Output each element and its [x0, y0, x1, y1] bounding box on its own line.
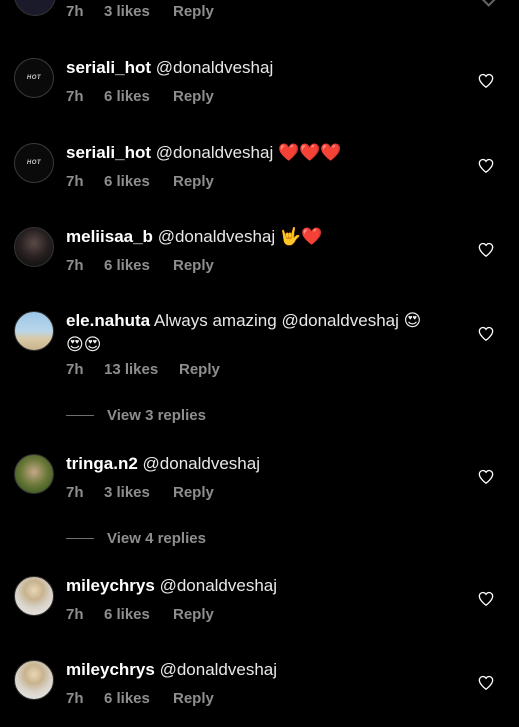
comment-text[interactable]: @donaldveshaj — [158, 227, 275, 246]
comment-body: mileychrys @donaldveshaj — [66, 658, 476, 682]
divider-line — [66, 538, 94, 539]
like-heart-icon[interactable] — [478, 73, 494, 88]
comment-username[interactable]: meliisaa_b — [66, 227, 153, 246]
hot-logo-avatar[interactable]: HOT — [14, 143, 54, 183]
comment-meta: 7h 6 likes Reply — [66, 173, 214, 190]
comment-meta: 7h 13 likes Reply — [66, 361, 220, 378]
comment-meta: 7h 6 likes Reply — [66, 257, 214, 274]
comment-meta: 7h 3 likes Reply — [66, 484, 214, 501]
comment-likes-count[interactable]: 6 likes — [104, 88, 173, 105]
comment-meta: 7h 6 likes Reply — [66, 88, 214, 105]
reply-button[interactable]: Reply — [179, 361, 220, 378]
comment-body: seriali_hot @donaldveshaj ❤️❤️❤️ — [66, 141, 476, 165]
comment-text[interactable]: @donaldveshaj — [160, 576, 277, 595]
comment-likes-count[interactable]: 6 likes — [104, 690, 173, 707]
like-heart-icon[interactable] — [478, 242, 494, 257]
like-heart-icon[interactable] — [478, 326, 494, 341]
profile-photo-avatar[interactable] — [14, 576, 54, 616]
comment-body: meliisaa_b @donaldveshaj 🤟❤️ — [66, 225, 476, 249]
comment-likes-count[interactable]: 6 likes — [104, 257, 173, 274]
comment-emojis: ❤️❤️❤️ — [277, 143, 342, 162]
comment-meta: 7h 6 likes Reply — [66, 690, 214, 707]
reply-button[interactable]: Reply — [173, 690, 214, 707]
comment-time: 7h — [66, 257, 84, 274]
comment-meta: 7h 6 likes Reply — [66, 606, 214, 623]
view-replies-button[interactable]: View 4 replies — [66, 530, 206, 547]
comment-time: 7h — [66, 88, 84, 105]
view-replies-label[interactable]: View 4 replies — [107, 530, 206, 547]
comment-emojis: 🤟❤️ — [279, 227, 323, 246]
comment-username[interactable]: ele.nahuta — [66, 311, 150, 330]
reply-button[interactable]: Reply — [173, 88, 214, 105]
like-heart-icon[interactable] — [478, 675, 494, 690]
comment-body: ele.nahuta Always amazing @donaldveshaj … — [66, 309, 476, 357]
comment-username[interactable]: mileychrys — [66, 576, 155, 595]
comment-time: 7h — [66, 3, 84, 20]
comments-screen: 7h 3 likes Reply HOT seriali_hot @donald… — [0, 0, 519, 727]
comment-emojis-line2: 😍😍 — [66, 335, 102, 354]
chevron-icon[interactable] — [480, 0, 496, 7]
comment-time: 7h — [66, 173, 84, 190]
reply-button[interactable]: Reply — [173, 173, 214, 190]
beach-photo-avatar[interactable] — [14, 311, 54, 351]
reply-button[interactable]: Reply — [173, 484, 214, 501]
hot-logo-avatar[interactable]: HOT — [14, 58, 54, 98]
comment-time: 7h — [66, 606, 84, 623]
view-replies-label[interactable]: View 3 replies — [107, 407, 206, 424]
reply-button[interactable]: Reply — [173, 3, 214, 20]
divider-line — [66, 415, 94, 416]
comment-username[interactable]: mileychrys — [66, 660, 155, 679]
like-heart-icon[interactable] — [478, 591, 494, 606]
comment-meta: 7h 3 likes Reply — [66, 3, 214, 20]
comment-text[interactable]: @donaldveshaj — [143, 454, 260, 473]
comment-username[interactable]: seriali_hot — [66, 143, 151, 162]
comment-emojis: 😍 — [403, 311, 422, 330]
comment-text[interactable]: @donaldveshaj — [156, 143, 273, 162]
comment-username[interactable]: seriali_hot — [66, 58, 151, 77]
comment-likes-count[interactable]: 6 likes — [104, 173, 173, 190]
like-heart-icon[interactable] — [478, 469, 494, 484]
comment-likes-count[interactable]: 13 likes — [104, 361, 179, 378]
profile-photo-avatar[interactable] — [14, 454, 54, 494]
comment-text[interactable]: @donaldveshaj — [156, 58, 273, 77]
comment-username[interactable]: tringa.n2 — [66, 454, 138, 473]
profile-photo-avatar[interactable] — [14, 660, 54, 700]
comment-time: 7h — [66, 484, 84, 501]
comment-time: 7h — [66, 690, 84, 707]
comment-likes-count[interactable]: 6 likes — [104, 606, 173, 623]
comment-time: 7h — [66, 361, 84, 378]
comment-body: tringa.n2 @donaldveshaj — [66, 452, 476, 476]
profile-photo-avatar[interactable] — [14, 227, 54, 267]
view-replies-button[interactable]: View 3 replies — [66, 407, 206, 424]
comment-body: mileychrys @donaldveshaj — [66, 574, 476, 598]
comment-likes-count[interactable]: 3 likes — [104, 484, 173, 501]
comment-text[interactable]: Always amazing @donaldveshaj — [154, 311, 399, 330]
avatar[interactable] — [14, 0, 56, 16]
comment-text[interactable]: @donaldveshaj — [160, 660, 277, 679]
comment-likes-count[interactable]: 3 likes — [104, 3, 173, 20]
reply-button[interactable]: Reply — [173, 606, 214, 623]
comment-body: seriali_hot @donaldveshaj — [66, 56, 476, 80]
reply-button[interactable]: Reply — [173, 257, 214, 274]
like-heart-icon[interactable] — [478, 158, 494, 173]
